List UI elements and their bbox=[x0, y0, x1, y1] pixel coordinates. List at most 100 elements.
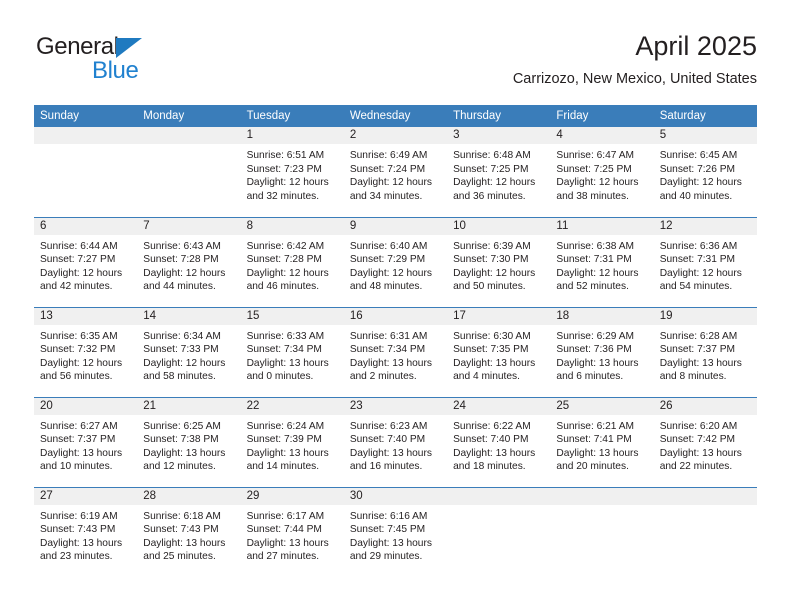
sunset-text: Sunset: 7:24 PM bbox=[349, 163, 426, 175]
day-cell[interactable]: 16 Sunrise: 6:31 AM Sunset: 7:34 PM Dayl… bbox=[343, 306, 448, 397]
day-details: Sunrise: 6:28 AM Sunset: 7:37 PM Dayligh… bbox=[654, 325, 757, 384]
day-cell[interactable]: 12 Sunrise: 6:36 AM Sunset: 7:31 PM Dayl… bbox=[653, 216, 757, 307]
daylight-text-line2: and 52 minutes. bbox=[556, 281, 629, 293]
day-details: Sunrise: 6:30 AM Sunset: 7:35 PM Dayligh… bbox=[447, 325, 550, 384]
day-cell[interactable]: 10 Sunrise: 6:39 AM Sunset: 7:30 PM Dayl… bbox=[447, 216, 551, 307]
daylight-text-line1: Daylight: 13 hours bbox=[659, 447, 742, 459]
weekday-header-saturday: Saturday bbox=[653, 105, 757, 127]
sunrise-text: Sunrise: 6:47 AM bbox=[556, 150, 634, 161]
day-details: Sunrise: 6:17 AM Sunset: 7:44 PM Dayligh… bbox=[241, 505, 344, 564]
day-number: 28 bbox=[137, 487, 241, 505]
day-cell[interactable]: 11 Sunrise: 6:38 AM Sunset: 7:31 PM Dayl… bbox=[550, 216, 654, 307]
day-details: Sunrise: 6:29 AM Sunset: 7:36 PM Dayligh… bbox=[550, 325, 653, 384]
day-number: 26 bbox=[653, 397, 757, 415]
daylight-text-line1: Daylight: 13 hours bbox=[246, 537, 329, 549]
day-cell[interactable]: 19 Sunrise: 6:28 AM Sunset: 7:37 PM Dayl… bbox=[653, 306, 757, 397]
daylight-text-line1: Daylight: 13 hours bbox=[453, 357, 536, 369]
day-number: 29 bbox=[240, 487, 344, 505]
day-cell[interactable]: 21 Sunrise: 6:25 AM Sunset: 7:38 PM Dayl… bbox=[137, 396, 241, 487]
day-number: 13 bbox=[34, 307, 138, 325]
day-details: Sunrise: 6:49 AM Sunset: 7:24 PM Dayligh… bbox=[344, 144, 447, 203]
day-cell[interactable]: 13 Sunrise: 6:35 AM Sunset: 7:32 PM Dayl… bbox=[34, 306, 138, 397]
day-cell[interactable]: 7 Sunrise: 6:43 AM Sunset: 7:28 PM Dayli… bbox=[137, 216, 241, 307]
daylight-text-line2: and 0 minutes. bbox=[246, 371, 314, 383]
day-cell[interactable]: 29 Sunrise: 6:17 AM Sunset: 7:44 PM Dayl… bbox=[240, 486, 344, 577]
title-block: April 2025 Carrizozo, New Mexico, United… bbox=[513, 30, 757, 88]
daylight-text-line2: and 50 minutes. bbox=[453, 281, 526, 293]
sunrise-text: Sunrise: 6:45 AM bbox=[659, 150, 738, 161]
day-number: 10 bbox=[447, 217, 551, 235]
day-number: 2 bbox=[343, 127, 448, 144]
sunrise-text: Sunrise: 6:17 AM bbox=[246, 510, 325, 522]
day-cell[interactable]: 18 Sunrise: 6:29 AM Sunset: 7:36 PM Dayl… bbox=[550, 306, 654, 397]
day-cell[interactable]: 26 Sunrise: 6:20 AM Sunset: 7:42 PM Dayl… bbox=[653, 396, 757, 487]
day-details: Sunrise: 6:18 AM Sunset: 7:43 PM Dayligh… bbox=[137, 505, 240, 564]
daylight-text-line2: and 14 minutes. bbox=[246, 461, 320, 473]
sunset-text: Sunset: 7:35 PM bbox=[453, 344, 529, 356]
sunrise-text: Sunrise: 6:31 AM bbox=[349, 330, 428, 342]
day-details: Sunrise: 6:25 AM Sunset: 7:38 PM Dayligh… bbox=[137, 415, 240, 474]
day-cell[interactable]: 1 Sunrise: 6:51 AM Sunset: 7:23 PM Dayli… bbox=[240, 127, 344, 217]
day-cell[interactable]: 27 Sunrise: 6:19 AM Sunset: 7:43 PM Dayl… bbox=[34, 486, 138, 577]
sunset-text: Sunset: 7:42 PM bbox=[659, 434, 736, 446]
logo-triangle-icon bbox=[116, 38, 142, 58]
day-cell[interactable]: 15 Sunrise: 6:33 AM Sunset: 7:34 PM Dayl… bbox=[240, 306, 344, 397]
daylight-text-line2: and 32 minutes. bbox=[246, 190, 320, 202]
sunrise-text: Sunrise: 6:35 AM bbox=[40, 330, 118, 342]
sunrise-text: Sunrise: 6:20 AM bbox=[659, 420, 738, 432]
day-details: Sunrise: 6:40 AM Sunset: 7:29 PM Dayligh… bbox=[344, 235, 447, 294]
sunset-text: Sunset: 7:34 PM bbox=[349, 344, 426, 356]
day-cell-empty bbox=[653, 486, 757, 577]
day-cell[interactable]: 5 Sunrise: 6:45 AM Sunset: 7:26 PM Dayli… bbox=[653, 127, 757, 217]
day-cell[interactable]: 28 Sunrise: 6:18 AM Sunset: 7:43 PM Dayl… bbox=[137, 486, 241, 577]
day-cell[interactable]: 4 Sunrise: 6:47 AM Sunset: 7:25 PM Dayli… bbox=[550, 127, 654, 217]
page-subtitle: Carrizozo, New Mexico, United States bbox=[512, 71, 757, 87]
day-cell[interactable]: 25 Sunrise: 6:21 AM Sunset: 7:41 PM Dayl… bbox=[550, 396, 654, 487]
sunrise-text: Sunrise: 6:23 AM bbox=[349, 420, 428, 432]
calendar-week-row: 1 Sunrise: 6:51 AM Sunset: 7:23 PM Dayli… bbox=[34, 127, 757, 217]
day-cell[interactable]: 6 Sunrise: 6:44 AM Sunset: 7:27 PM Dayli… bbox=[34, 216, 138, 307]
sunset-text: Sunset: 7:45 PM bbox=[349, 524, 426, 536]
sunset-text: Sunset: 7:37 PM bbox=[40, 434, 116, 446]
day-cell[interactable]: 3 Sunrise: 6:48 AM Sunset: 7:25 PM Dayli… bbox=[447, 127, 551, 217]
day-cell[interactable]: 2 Sunrise: 6:49 AM Sunset: 7:24 PM Dayli… bbox=[343, 127, 448, 217]
day-cell[interactable]: 24 Sunrise: 6:22 AM Sunset: 7:40 PM Dayl… bbox=[447, 396, 551, 487]
daylight-text-line2: and 36 minutes. bbox=[453, 190, 526, 202]
day-number: 19 bbox=[653, 307, 757, 325]
day-cell-empty bbox=[34, 127, 138, 217]
page-header: General Blue April 2025 Carrizozo, New M… bbox=[34, 30, 757, 102]
daylight-text-line1: Daylight: 13 hours bbox=[349, 537, 432, 549]
day-number: 9 bbox=[343, 217, 448, 235]
day-cell[interactable]: 9 Sunrise: 6:40 AM Sunset: 7:29 PM Dayli… bbox=[343, 216, 448, 307]
daylight-text-line2: and 4 minutes. bbox=[453, 371, 520, 383]
day-cell[interactable]: 20 Sunrise: 6:27 AM Sunset: 7:37 PM Dayl… bbox=[34, 396, 138, 487]
sunset-text: Sunset: 7:25 PM bbox=[453, 163, 529, 175]
day-cell[interactable]: 14 Sunrise: 6:34 AM Sunset: 7:33 PM Dayl… bbox=[137, 306, 241, 397]
day-details: Sunrise: 6:33 AM Sunset: 7:34 PM Dayligh… bbox=[241, 325, 344, 384]
day-number bbox=[447, 487, 551, 505]
day-cell[interactable]: 8 Sunrise: 6:42 AM Sunset: 7:28 PM Dayli… bbox=[240, 216, 344, 307]
calendar-page: General Blue April 2025 Carrizozo, New M… bbox=[0, 0, 792, 612]
day-details: Sunrise: 6:51 AM Sunset: 7:23 PM Dayligh… bbox=[241, 144, 344, 203]
weekday-header-friday: Friday bbox=[550, 105, 654, 127]
daylight-text-line1: Daylight: 12 hours bbox=[349, 177, 432, 189]
sunset-text: Sunset: 7:25 PM bbox=[556, 163, 632, 175]
day-number: 25 bbox=[550, 397, 654, 415]
day-cell[interactable]: 30 Sunrise: 6:16 AM Sunset: 7:45 PM Dayl… bbox=[343, 486, 448, 577]
day-details: Sunrise: 6:39 AM Sunset: 7:30 PM Dayligh… bbox=[447, 235, 550, 294]
daylight-text-line1: Daylight: 12 hours bbox=[453, 177, 536, 189]
day-details: Sunrise: 6:24 AM Sunset: 7:39 PM Dayligh… bbox=[241, 415, 344, 474]
sunset-text: Sunset: 7:28 PM bbox=[246, 254, 322, 266]
day-cell[interactable]: 22 Sunrise: 6:24 AM Sunset: 7:39 PM Dayl… bbox=[240, 396, 344, 487]
daylight-text-line1: Daylight: 13 hours bbox=[349, 357, 432, 369]
daylight-text-line1: Daylight: 13 hours bbox=[143, 447, 226, 459]
sunrise-text: Sunrise: 6:43 AM bbox=[143, 240, 221, 252]
sunset-text: Sunset: 7:41 PM bbox=[556, 434, 632, 446]
day-cell[interactable]: 17 Sunrise: 6:30 AM Sunset: 7:35 PM Dayl… bbox=[447, 306, 551, 397]
day-cell[interactable]: 23 Sunrise: 6:23 AM Sunset: 7:40 PM Dayl… bbox=[343, 396, 448, 487]
day-number: 30 bbox=[343, 487, 448, 505]
day-number: 27 bbox=[34, 487, 138, 505]
sunrise-text: Sunrise: 6:48 AM bbox=[453, 150, 531, 161]
sunrise-text: Sunrise: 6:29 AM bbox=[556, 330, 634, 342]
day-number: 6 bbox=[34, 217, 138, 235]
